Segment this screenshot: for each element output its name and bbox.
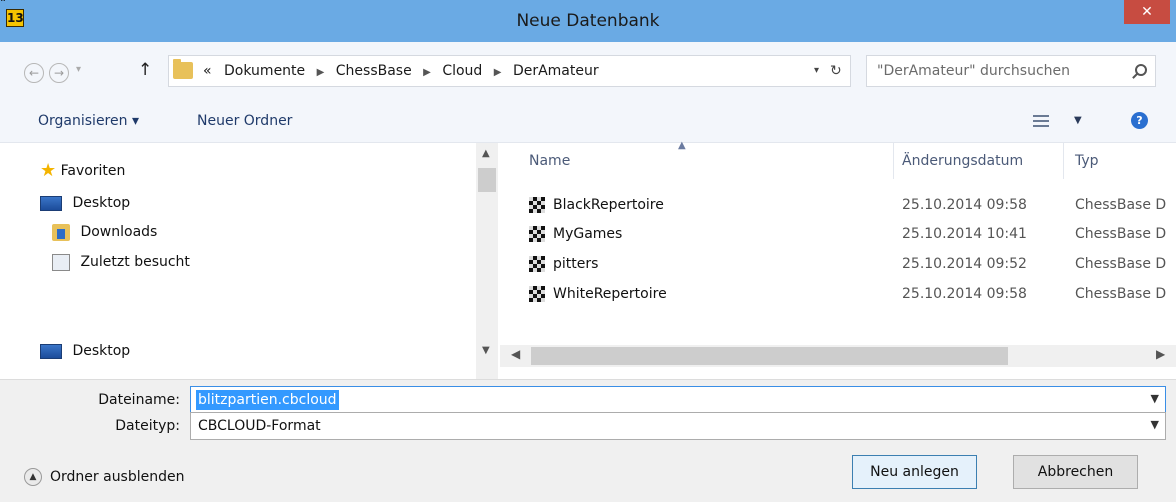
nav-item-favorites[interactable]: ★ Favoriten — [40, 159, 125, 183]
breadcrumb-overflow[interactable]: « — [203, 56, 212, 86]
folder-icon — [173, 59, 193, 79]
column-header-name[interactable]: Name — [529, 143, 570, 179]
new-folder-button[interactable]: Neuer Ordner — [197, 100, 292, 142]
file-type: ChessBase D — [1075, 226, 1167, 242]
cancel-button[interactable]: Abbrechen — [1013, 455, 1138, 489]
file-date: 25.10.2014 10:41 — [902, 226, 1027, 242]
table-row[interactable]: WhiteRepertoire 25.10.2014 09:58 ChessBa… — [500, 280, 1176, 308]
command-bar: Organisieren ▾ Neuer Ordner ▼ ? — [0, 100, 1176, 143]
chevron-down-icon[interactable]: ▼ — [1151, 418, 1159, 431]
chess-database-icon — [529, 226, 545, 242]
column-header-date[interactable]: Änderungsdatum — [902, 143, 1023, 179]
search-placeholder: "DerAmateur" durchsuchen — [877, 63, 1071, 79]
file-date: 25.10.2014 09:58 — [902, 286, 1027, 302]
nav-scrollbar-thumb[interactable] — [478, 168, 496, 192]
forward-arrow-icon[interactable]: → — [49, 63, 69, 83]
nav-item-label: Desktop — [72, 343, 131, 359]
recent-places-icon — [52, 253, 70, 271]
breadcrumb-separator-icon[interactable]: ▶ — [423, 58, 431, 88]
up-arrow-icon[interactable]: ↑ — [138, 60, 152, 80]
chess-database-icon — [529, 197, 545, 213]
help-icon[interactable]: ? — [1131, 112, 1148, 129]
file-type: ChessBase D — [1075, 256, 1167, 272]
file-name: BlackRepertoire — [529, 191, 664, 219]
file-date: 25.10.2014 09:52 — [902, 256, 1027, 272]
nav-item-desktop-root[interactable]: Desktop — [40, 339, 130, 363]
nav-item-label: Zuletzt besucht — [80, 254, 190, 270]
window-title: Neue Datenbank — [516, 11, 660, 31]
search-input[interactable]: "DerAmateur" durchsuchen — [866, 55, 1156, 87]
scroll-up-icon[interactable]: ▲ — [482, 148, 490, 159]
file-list-scrollbar-thumb[interactable] — [531, 347, 1008, 365]
filetype-label: Dateityp: — [115, 418, 180, 434]
filetype-select[interactable]: CBCLOUD-Format ▼ — [190, 412, 1166, 440]
file-type: ChessBase D — [1075, 286, 1167, 302]
back-arrow-icon[interactable]: ← — [24, 63, 44, 83]
chess-database-icon — [529, 286, 545, 302]
nav-item-desktop[interactable]: Desktop — [40, 191, 130, 215]
breadcrumb-item[interactable]: Cloud — [442, 56, 482, 86]
scroll-right-icon[interactable]: ▶ — [1156, 347, 1165, 361]
file-date: 25.10.2014 09:58 — [902, 197, 1027, 213]
desktop-icon — [40, 343, 62, 359]
close-button[interactable]: ✕ — [1124, 0, 1170, 24]
title-bar: " 13 Neue Datenbank ✕ — [0, 0, 1176, 42]
filetype-value: CBCLOUD-Format — [198, 418, 321, 434]
column-header-type[interactable]: Typ — [1075, 143, 1099, 179]
breadcrumb-item[interactable]: Dokumente — [224, 56, 305, 86]
downloads-folder-icon — [52, 223, 70, 241]
sort-ascending-icon: ▲ — [678, 140, 686, 151]
breadcrumb-item[interactable]: ChessBase — [336, 56, 412, 86]
nav-item-label: Favoriten — [60, 163, 126, 179]
search-icon[interactable] — [1135, 64, 1147, 76]
breadcrumb-item[interactable]: DerAmateur — [513, 56, 599, 86]
file-name: pitters — [529, 250, 598, 278]
chevron-down-icon[interactable]: ▼ — [1151, 392, 1159, 405]
file-name: WhiteRepertoire — [529, 280, 667, 308]
filename-field[interactable]: blitzpartien.cbcloud ▼ — [190, 386, 1166, 414]
scroll-down-icon[interactable]: ▼ — [482, 345, 490, 356]
star-icon: ★ — [40, 160, 57, 181]
recent-locations-chevron-icon[interactable]: ▾ — [76, 64, 81, 75]
scroll-left-icon[interactable]: ◀ — [511, 347, 520, 361]
chess-database-icon — [529, 256, 545, 272]
table-row[interactable]: BlackRepertoire 25.10.2014 09:58 ChessBa… — [500, 191, 1176, 219]
column-divider[interactable] — [1063, 143, 1064, 179]
desktop-icon — [40, 195, 62, 211]
nav-item-recent[interactable]: Zuletzt besucht — [52, 250, 190, 274]
breadcrumb-separator-icon[interactable]: ▶ — [494, 58, 502, 88]
organize-menu-button[interactable]: Organisieren ▾ — [38, 100, 139, 142]
nav-item-label: Downloads — [80, 224, 158, 240]
address-dropdown-icon[interactable]: ▾ — [814, 56, 819, 86]
address-row: ← → ▾ ↑ « Dokumente ▶ ChessBase ▶ Cloud … — [0, 42, 1176, 100]
refresh-icon[interactable]: ↻ — [830, 56, 842, 86]
chevron-up-icon: ▲ — [24, 468, 42, 486]
file-name: MyGames — [529, 220, 622, 248]
filename-value[interactable]: blitzpartien.cbcloud — [196, 390, 339, 410]
breadcrumb: « Dokumente ▶ ChessBase ▶ Cloud ▶ DerAma… — [203, 56, 599, 86]
view-dropdown-icon[interactable]: ▼ — [1074, 100, 1082, 142]
table-row[interactable]: pitters 25.10.2014 09:52 ChessBase D — [500, 250, 1176, 278]
nav-item-label: Desktop — [72, 195, 131, 211]
file-type: ChessBase D — [1075, 197, 1167, 213]
breadcrumb-separator-icon[interactable]: ▶ — [317, 58, 325, 88]
column-divider[interactable] — [893, 143, 894, 179]
hide-folders-toggle[interactable]: ▲ Ordner ausblenden — [24, 466, 185, 488]
view-options-icon[interactable] — [1033, 113, 1049, 129]
create-button[interactable]: Neu anlegen — [852, 455, 977, 489]
table-row[interactable]: MyGames 25.10.2014 10:41 ChessBase D — [500, 220, 1176, 248]
hide-folders-label: Ordner ausblenden — [50, 469, 185, 485]
nav-item-downloads[interactable]: Downloads — [52, 220, 157, 244]
address-bar[interactable]: « Dokumente ▶ ChessBase ▶ Cloud ▶ DerAma… — [168, 55, 851, 87]
